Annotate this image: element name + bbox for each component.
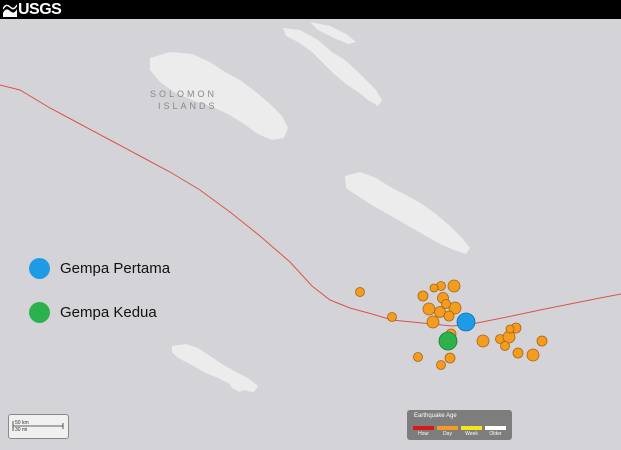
header-bar: USGS (0, 0, 621, 19)
age-label-older: Older (489, 431, 502, 437)
scale-label-mi: 30 mi (15, 427, 28, 433)
quake-marker[interactable] (436, 360, 446, 370)
legend-label-kedua: Gempa Kedua (60, 304, 157, 321)
age-bar-week (461, 426, 482, 430)
quake-marker[interactable] (417, 290, 429, 302)
quake-marker[interactable] (387, 312, 397, 322)
legend-label-pertama: Gempa Pertama (60, 260, 171, 277)
map-canvas: SOLOMON ISLANDS (0, 19, 621, 450)
ocean (0, 19, 621, 450)
quake-marker[interactable] (441, 299, 451, 309)
quake-kedua-marker[interactable] (438, 331, 458, 351)
quake-marker[interactable] (447, 279, 461, 293)
quake-marker[interactable] (413, 352, 423, 362)
map-area[interactable]: SOLOMON ISLANDS (0, 19, 621, 450)
quake-marker[interactable] (505, 324, 515, 334)
scale-label-km: 50 km (15, 420, 29, 426)
quake-marker[interactable] (526, 348, 540, 362)
quake-marker[interactable] (476, 334, 490, 348)
legend-dot-kedua (29, 302, 50, 323)
quake-marker[interactable] (355, 287, 365, 297)
quake-marker[interactable] (512, 347, 524, 359)
quake-marker[interactable] (500, 341, 510, 351)
age-bar-hour (413, 426, 434, 430)
quake-pertama-marker[interactable] (456, 312, 476, 332)
legend-dot-pertama (29, 258, 50, 279)
age-legend-title: Earthquake Age (414, 413, 457, 419)
age-bar-day (437, 426, 458, 430)
legend-item-pertama: Gempa Pertama (29, 258, 170, 279)
usgs-logo[interactable]: USGS (3, 1, 62, 18)
legend-item-kedua: Gempa Kedua (29, 302, 157, 323)
logo-text: USGS (18, 1, 62, 18)
age-label-day: Day (443, 431, 452, 437)
age-bar-older (485, 426, 506, 430)
age-label-hour: Hour (418, 431, 429, 437)
island-label-line1: SOLOMON (150, 89, 217, 99)
quake-marker[interactable] (443, 310, 455, 322)
quake-marker[interactable] (429, 283, 439, 293)
quake-marker[interactable] (444, 352, 456, 364)
usgs-wave-icon (3, 4, 17, 17)
quake-marker[interactable] (426, 315, 440, 329)
age-label-week: Week (465, 431, 478, 437)
island-label-line2: ISLANDS (158, 101, 218, 111)
quake-marker[interactable] (422, 302, 436, 316)
earthquake-age-legend: Earthquake Age Hour Day Week Older (407, 410, 512, 440)
quake-marker[interactable] (536, 335, 548, 347)
scale-bar-box: 50 km 30 mi (8, 414, 69, 439)
